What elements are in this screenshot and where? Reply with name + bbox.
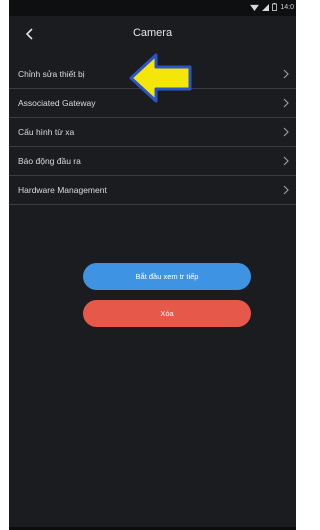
- wifi-icon: [250, 4, 260, 11]
- chevron-right-icon: [283, 69, 289, 79]
- delete-button[interactable]: Xóa: [83, 300, 251, 327]
- signal-icon: [262, 3, 270, 11]
- menu-item-hardware-management[interactable]: Hardware Management: [9, 176, 296, 205]
- chevron-right-icon: [283, 98, 289, 108]
- chevron-right-icon: [283, 156, 289, 166]
- chevron-right-icon: [283, 185, 289, 195]
- annotation-arrow-icon: [129, 53, 192, 103]
- status-icons: 14:0: [250, 3, 294, 11]
- battery-icon: [272, 3, 278, 11]
- menu-item-label: Cấu hình từ xa: [18, 127, 75, 137]
- start-live-view-button[interactable]: Bắt đầu xem tr tiếp: [83, 263, 251, 290]
- menu-item-alarm-output[interactable]: Báo động đầu ra: [9, 147, 296, 176]
- menu-item-label: Associated Gateway: [18, 98, 96, 108]
- status-bar: 14:0: [9, 0, 296, 16]
- status-time: 14:0: [280, 3, 294, 11]
- app-header: Camera: [9, 16, 296, 52]
- menu-item-label: Báo động đầu ra: [18, 156, 81, 166]
- menu-item-label: Hardware Management: [18, 185, 107, 195]
- chevron-right-icon: [283, 127, 289, 137]
- menu-item-label: Chỉnh sửa thiết bị: [18, 69, 85, 79]
- page-title: Camera: [132, 27, 173, 39]
- menu-item-remote-config[interactable]: Cấu hình từ xa: [9, 118, 296, 147]
